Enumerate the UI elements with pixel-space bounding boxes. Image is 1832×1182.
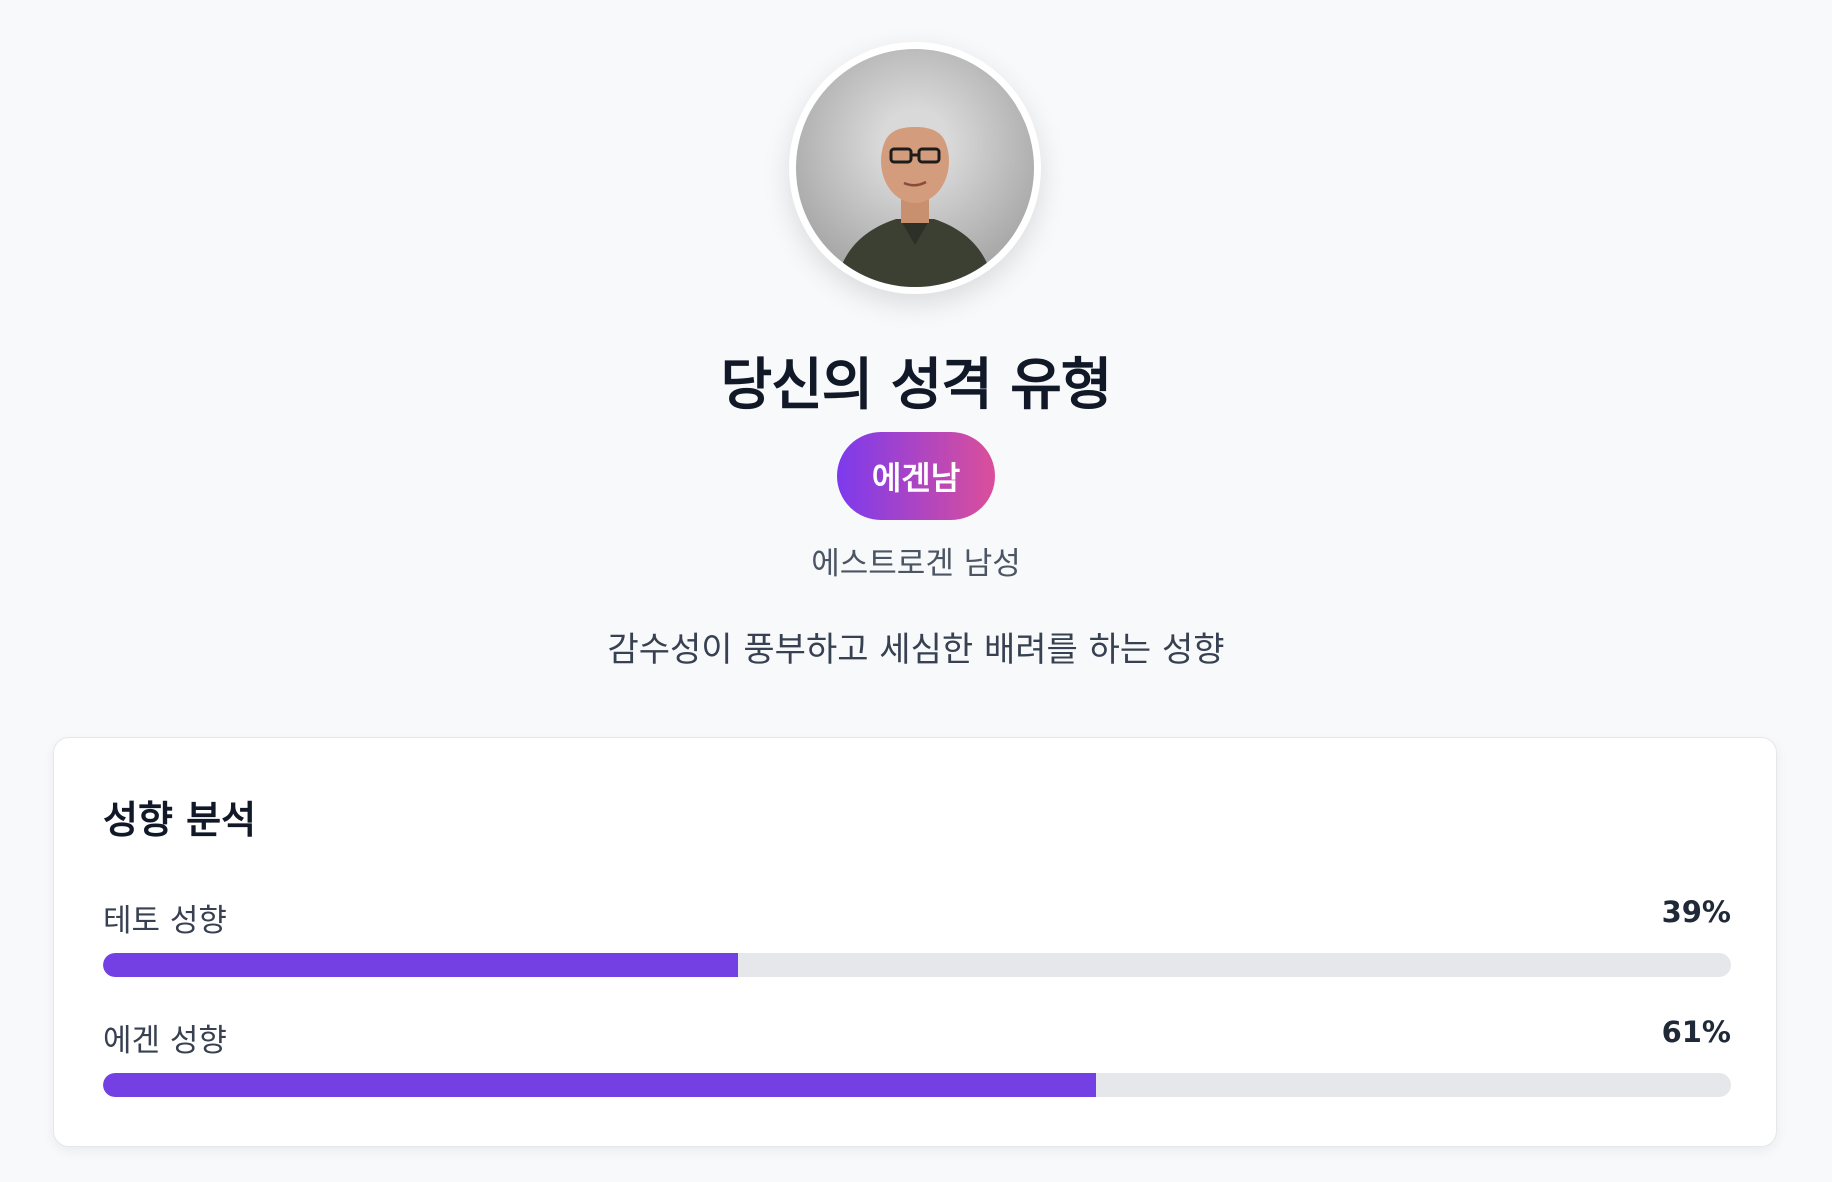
result-page: 당신의 성격 유형 에겐남 에스트로겐 남성 감수성이 풍부하고 세심한 배려를… [0, 0, 1832, 1182]
progress-fill [103, 1073, 1097, 1097]
page-title: 당신의 성격 유형 [720, 353, 1113, 418]
profile-photo [796, 49, 1034, 287]
metric-label: 테토 성향 [103, 903, 227, 939]
analysis-card: 성향 분석 테토 성향 39% 에겐 성향 61% [53, 737, 1777, 1147]
progress-fill [103, 953, 738, 977]
metric-value: 61% [1661, 1015, 1731, 1049]
avatar [789, 42, 1041, 294]
type-badge: 에겐남 [837, 432, 995, 520]
progress-track [103, 953, 1731, 977]
type-subtitle: 에스트로겐 남성 [811, 546, 1021, 582]
analysis-title: 성향 분석 [103, 798, 257, 842]
type-description: 감수성이 풍부하고 세심한 배려를 하는 성향 [607, 630, 1225, 670]
metric-value: 39% [1661, 895, 1731, 929]
progress-track [103, 1073, 1731, 1097]
metric-label: 에겐 성향 [103, 1023, 227, 1059]
